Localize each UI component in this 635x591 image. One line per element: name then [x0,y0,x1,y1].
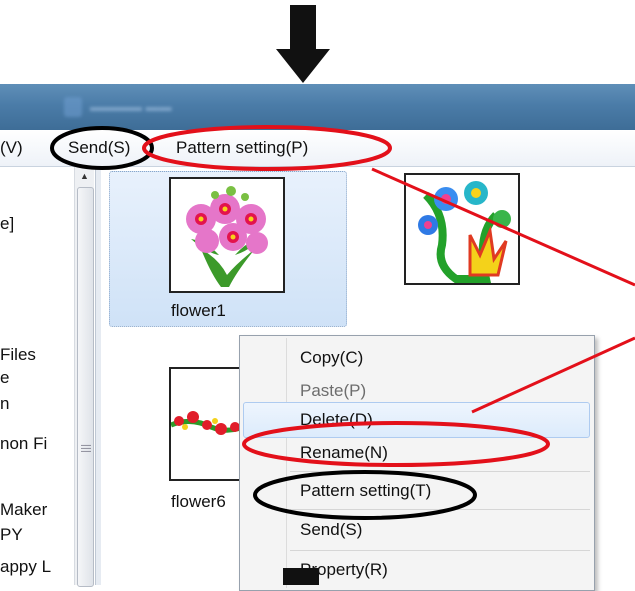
tree-item[interactable]: non Fi [0,434,47,454]
menu-view[interactable]: (V) [0,138,23,158]
window-title: ▬▬▬▬ ▬▬ [64,97,224,117]
file-label-flower1[interactable]: flower1 [171,301,226,321]
menu-separator [290,509,590,510]
menu-item-paste: Paste(P) [300,381,367,400]
menu-send[interactable]: Send(S) [68,138,130,158]
title-bar: ▬▬▬▬ ▬▬ [0,84,635,130]
file-thumbnail-flower2[interactable] [404,173,520,285]
vertical-scrollbar[interactable]: ▲ — — — [74,167,94,587]
folder-tree: e] Files e n non Fi Maker PY appy L ▲ — —… [0,167,97,587]
scroll-grip-icon: — — — [81,440,91,457]
down-arrow-icon [283,568,319,585]
flower-image [418,181,511,283]
file-label-flower6[interactable]: flower6 [171,492,226,512]
menu-item-send[interactable]: Send(S) [300,520,362,540]
menu-pattern-setting[interactable]: Pattern setting(P) [176,138,308,158]
tree-item[interactable]: e [0,368,9,388]
tree-item[interactable]: Files [0,345,36,365]
scroll-up-icon[interactable]: ▲ [75,167,94,185]
menu-item-delete[interactable]: Delete(D) [300,410,373,430]
tree-item[interactable]: n [0,394,9,414]
context-menu: Copy(C) Paste(P) Delete(D) Rename(N) Pat… [239,335,595,591]
down-arrow-icon [276,5,330,83]
tree-item[interactable]: e] [0,214,14,234]
file-thumbnail-flower1[interactable] [169,177,285,293]
menu-separator [290,550,590,551]
menu-item-pattern-setting[interactable]: Pattern setting(T) [300,481,431,501]
menu-icon-gutter [286,338,287,588]
menu-item-copy[interactable]: Copy(C) [300,348,363,368]
flower-bouquet-image [186,186,268,287]
tree-item[interactable]: Maker [0,500,47,520]
menu-item-rename[interactable]: Rename(N) [300,443,388,463]
menu-hover-highlight [243,402,590,438]
menu-bar: (V) Send(S) Pattern setting(P) [0,130,635,167]
tree-item[interactable]: appy L [0,557,51,577]
tree-item[interactable]: PY [0,525,23,545]
menu-separator [290,471,590,472]
app-icon [64,97,82,117]
scrollbar-thumb[interactable]: — — — [77,187,94,587]
